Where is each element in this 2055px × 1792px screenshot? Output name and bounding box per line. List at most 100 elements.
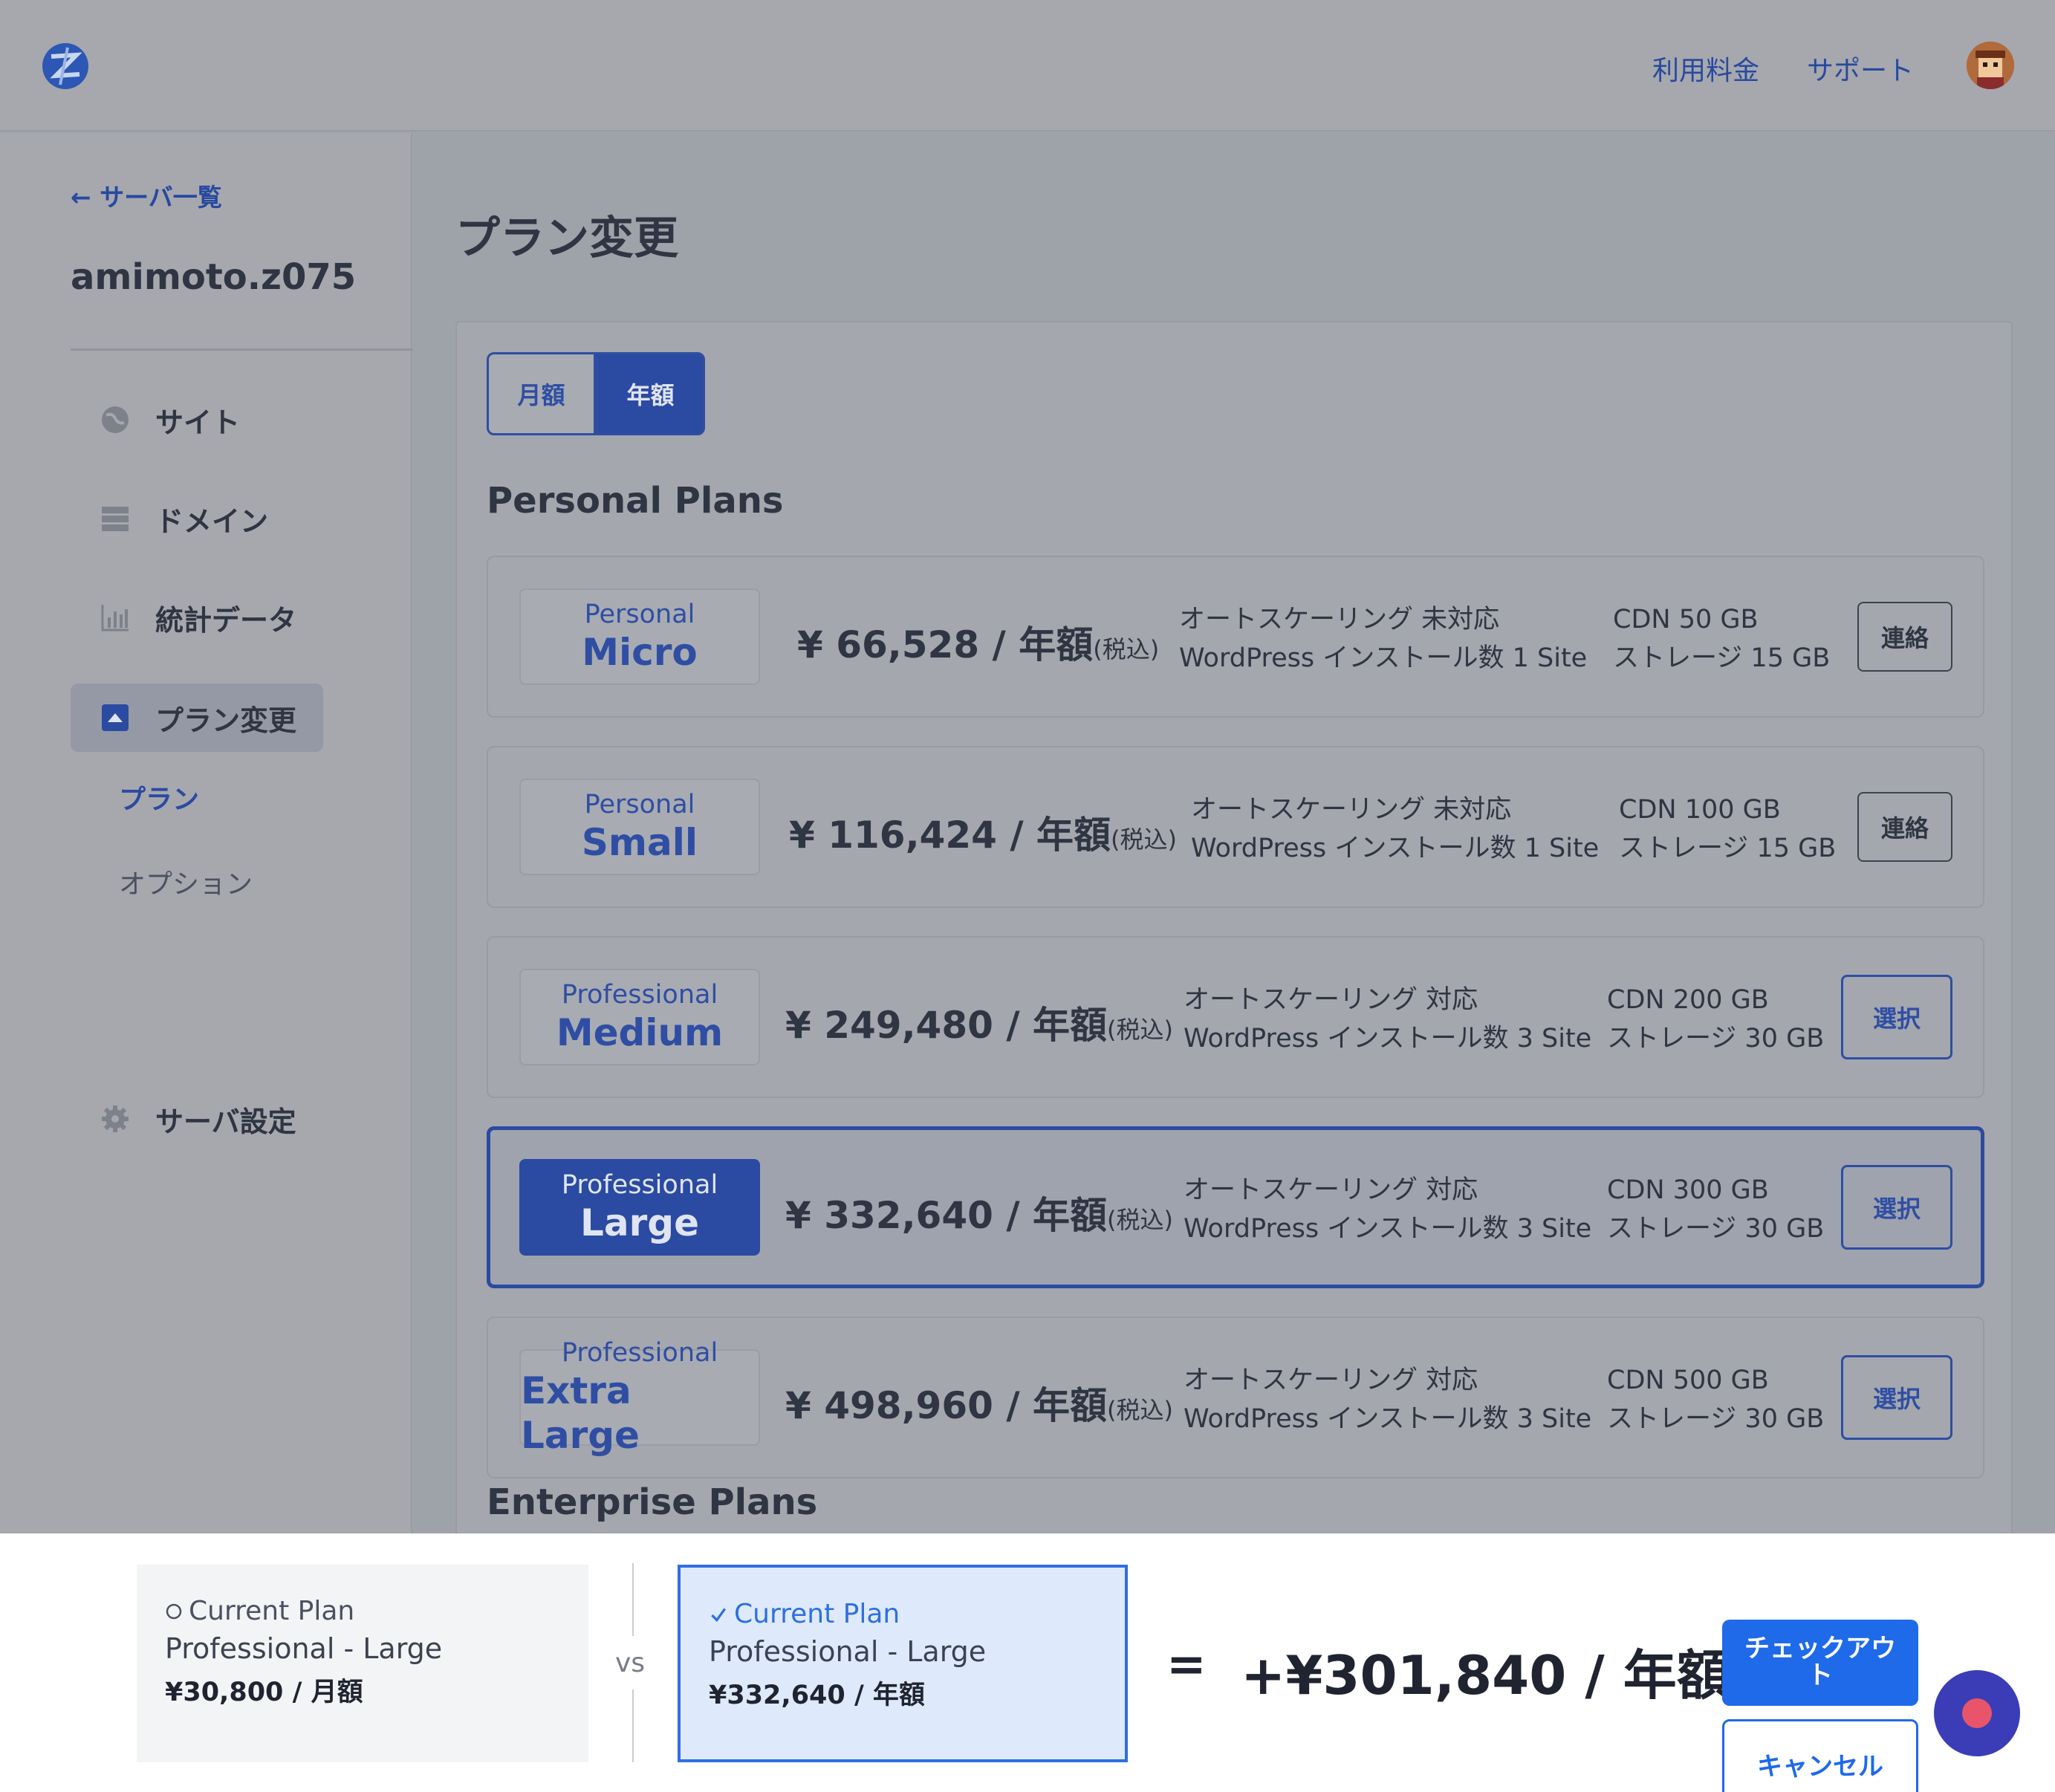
plan-features: オートスケーリング 対応 WordPress インストール数 3 Site bbox=[1184, 981, 1591, 1058]
sidebar-item-label: サーバ設定 bbox=[155, 1105, 296, 1138]
plan-comparison-bar: Current Plan Professional - Large ¥30,80… bbox=[0, 1533, 2055, 1792]
plan-resources: CDN 100 GB ストレージ 15 GB bbox=[1619, 791, 1836, 868]
tax-note: (税込) bbox=[1107, 1396, 1173, 1424]
current-plan-price: ¥30,800 / 月額 bbox=[165, 1678, 363, 1707]
new-heading-text: Current Plan bbox=[734, 1599, 900, 1629]
select-plan-button[interactable]: 選択 bbox=[1841, 975, 1952, 1059]
autoscale-feature: オートスケーリング 未対応 bbox=[1179, 605, 1500, 634]
user-avatar[interactable] bbox=[1967, 42, 2014, 89]
new-plan-heading: Current Plan bbox=[709, 1599, 1097, 1629]
cancel-button[interactable]: キャンセル bbox=[1722, 1719, 1918, 1792]
check-icon bbox=[711, 1607, 726, 1622]
plan-size: Medium bbox=[556, 1011, 724, 1054]
equals-sign: = bbox=[1166, 1637, 1207, 1692]
billing-yearly-tab[interactable]: 年額 bbox=[596, 352, 705, 435]
chat-widget-button[interactable] bbox=[1934, 1670, 2020, 1756]
vs-divider-bottom bbox=[632, 1689, 634, 1762]
current-heading-text: Current Plan bbox=[189, 1596, 355, 1626]
storage-feature: ストレージ 30 GB bbox=[1607, 1214, 1825, 1244]
sidebar-item-domain[interactable]: ドメイン bbox=[71, 484, 323, 553]
autoscale-feature: オートスケーリング 対応 bbox=[1184, 1175, 1478, 1205]
plan-price: ¥ 116,424 / 年額(税込) bbox=[789, 805, 1177, 859]
wp-install-feature: WordPress インストール数 1 Site bbox=[1179, 643, 1588, 673]
price-value: ¥ 66,528 / 年額 bbox=[797, 623, 1094, 666]
back-to-server-list-link[interactable]: ← サーバ一覧 bbox=[71, 178, 222, 213]
plan-size: Large bbox=[580, 1201, 699, 1244]
plan-price: ¥ 249,480 / 年額(税込) bbox=[785, 996, 1173, 1049]
plan-features: オートスケーリング 未対応 WordPress インストール数 1 Site bbox=[1179, 600, 1587, 678]
wp-install-feature: WordPress インストール数 3 Site bbox=[1184, 1214, 1592, 1244]
plan-price: ¥ 498,960 / 年額(税込) bbox=[785, 1376, 1173, 1429]
current-plan-name: Professional - Large bbox=[165, 1632, 443, 1665]
price-difference: +¥301,840 / 年額 bbox=[1241, 1644, 1730, 1707]
tax-note: (税込) bbox=[1107, 1206, 1173, 1234]
plan-size: Small bbox=[581, 821, 698, 864]
nav-pricing-link[interactable]: 利用料金 bbox=[1652, 49, 1759, 88]
nav-support-link[interactable]: サポート bbox=[1807, 49, 1914, 88]
plan-badge: Personal Micro bbox=[519, 588, 760, 685]
sidebar-item-server-settings[interactable]: サーバ設定 bbox=[71, 1085, 323, 1153]
plan-size: Extra Large bbox=[521, 1369, 640, 1457]
sidebar-subitem-plan[interactable]: プラン bbox=[119, 778, 199, 817]
storage-feature: ストレージ 30 GB bbox=[1607, 1404, 1825, 1434]
server-icon bbox=[100, 504, 130, 533]
sidebar-item-label: プラン変更 bbox=[155, 704, 297, 737]
contact-button[interactable]: 連絡 bbox=[1857, 792, 1952, 862]
plan-price: ¥ 66,528 / 年額(税込) bbox=[797, 615, 1159, 669]
plan-resources: CDN 200 GB ストレージ 30 GB bbox=[1607, 981, 1824, 1058]
sidebar-subitem-options[interactable]: オプション bbox=[119, 863, 253, 901]
plan-size: Micro bbox=[582, 631, 698, 674]
top-header: 利用料金 サポート bbox=[0, 0, 2055, 132]
tax-note: (税込) bbox=[1111, 825, 1177, 854]
enterprise-plans-heading: Enterprise Plans bbox=[487, 1481, 818, 1523]
avatar-face-icon bbox=[1967, 42, 2014, 89]
new-plan-price: ¥332,640 / 年額 bbox=[709, 1681, 925, 1710]
autoscale-feature: オートスケーリング 対応 bbox=[1184, 985, 1478, 1015]
storage-feature: ストレージ 30 GB bbox=[1607, 1024, 1825, 1054]
contact-button[interactable]: 連絡 bbox=[1857, 602, 1952, 672]
price-value: ¥ 498,960 / 年額 bbox=[785, 1384, 1108, 1427]
cdn-feature: CDN 200 GB bbox=[1607, 985, 1769, 1015]
plan-tier: Professional bbox=[561, 980, 718, 1010]
plan-features: オートスケーリング 未対応 WordPress インストール数 1 Site bbox=[1191, 791, 1599, 868]
storage-feature: ストレージ 15 GB bbox=[1613, 643, 1831, 673]
plan-card-extra-large: Professional Extra Large ¥ 498,960 / 年額(… bbox=[487, 1317, 1984, 1478]
current-plan-heading: Current Plan bbox=[165, 1596, 560, 1626]
cdn-feature: CDN 50 GB bbox=[1613, 605, 1759, 634]
autoscale-feature: オートスケーリング 未対応 bbox=[1191, 795, 1512, 825]
plan-card-micro: Personal Micro ¥ 66,528 / 年額(税込) オートスケーリ… bbox=[487, 556, 1984, 718]
plan-tier: Professional bbox=[561, 1338, 718, 1368]
billing-monthly-tab[interactable]: 月額 bbox=[487, 352, 596, 435]
wp-install-feature: WordPress インストール数 3 Site bbox=[1184, 1404, 1592, 1434]
sidebar-item-stats[interactable]: 統計データ bbox=[71, 583, 323, 652]
plan-tier: Personal bbox=[584, 600, 695, 629]
plan-features: オートスケーリング 対応 WordPress インストール数 3 Site bbox=[1184, 1171, 1591, 1248]
wp-install-feature: WordPress インストール数 1 Site bbox=[1191, 834, 1600, 863]
plan-badge: Personal Small bbox=[519, 779, 760, 875]
cdn-feature: CDN 300 GB bbox=[1607, 1175, 1769, 1205]
sidebar-divider bbox=[71, 348, 412, 351]
bar-chart-icon bbox=[100, 603, 130, 632]
tax-note: (税込) bbox=[1107, 1016, 1173, 1044]
current-plan-box: Current Plan Professional - Large ¥30,80… bbox=[137, 1565, 588, 1762]
wp-install-feature: WordPress インストール数 3 Site bbox=[1184, 1024, 1592, 1054]
plan-panel: 月額 年額 Personal Plans Personal Micro ¥ 66… bbox=[455, 321, 2013, 1584]
plan-resources: CDN 500 GB ストレージ 30 GB bbox=[1607, 1361, 1824, 1438]
autoscale-feature: オートスケーリング 対応 bbox=[1184, 1366, 1478, 1395]
sidebar-item-label: 統計データ bbox=[155, 603, 297, 637]
plan-badge: Professional Large bbox=[519, 1159, 760, 1256]
storage-feature: ストレージ 15 GB bbox=[1619, 834, 1837, 863]
sidebar-item-site[interactable]: サイト bbox=[71, 386, 323, 454]
amimoto-logo-icon[interactable] bbox=[41, 42, 90, 91]
plan-tier: Professional bbox=[561, 1170, 718, 1200]
globe-icon bbox=[100, 405, 130, 435]
checkout-button[interactable]: チェックアウト bbox=[1722, 1620, 1918, 1706]
select-plan-button[interactable]: 選択 bbox=[1841, 1165, 1952, 1250]
new-plan-name: Professional - Large bbox=[709, 1635, 987, 1668]
sidebar-item-label: サイト bbox=[155, 406, 241, 439]
sidebar-item-plan-change[interactable]: プラン変更 bbox=[71, 684, 323, 752]
personal-plans-heading: Personal Plans bbox=[487, 480, 784, 522]
select-plan-button[interactable]: 選択 bbox=[1841, 1355, 1952, 1440]
vs-divider-top bbox=[632, 1563, 634, 1636]
gear-icon bbox=[100, 1104, 130, 1134]
